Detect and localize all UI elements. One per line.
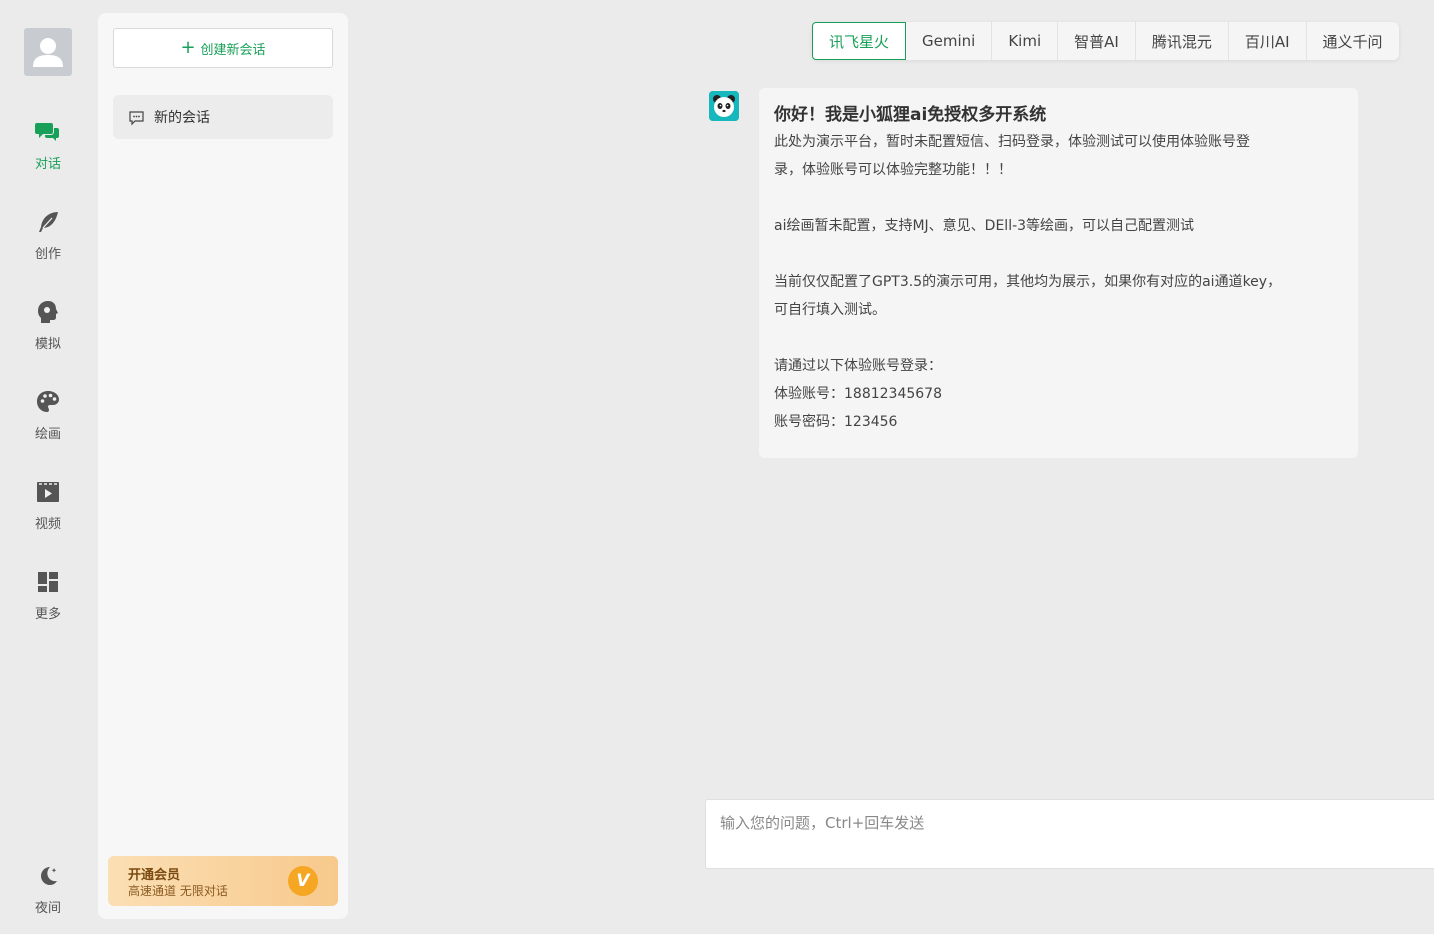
- nav-rail: 对话 创作 模拟 绘画 视频 更多 夜间: [0, 0, 96, 934]
- user-silhouette-icon: [33, 38, 63, 67]
- model-tab-baichuan[interactable]: 百川AI: [1229, 22, 1307, 60]
- nav-item-chat[interactable]: 对话: [18, 118, 78, 182]
- vip-subtitle: 高速通道 无限对话: [128, 884, 228, 898]
- session-sidebar: + 创建新会话 新的会话 开通会员 高速通道 无限对话 V: [98, 13, 348, 919]
- new-chat-label: 创建新会话: [200, 42, 266, 58]
- nav-label-create: 创作: [34, 247, 61, 262]
- vip-title: 开通会员: [128, 868, 181, 883]
- video-clapper-icon: [34, 478, 62, 506]
- model-tab-zhipu[interactable]: 智普AI: [1058, 22, 1136, 60]
- head-profile-icon: [34, 298, 62, 326]
- nav-label-simulate: 模拟: [34, 337, 61, 352]
- chat-bubbles-icon: [34, 118, 62, 146]
- message-line: ai绘画暂未配置，支持MJ、意见、DEll-3等绘画，可以自己配置测试: [774, 218, 1195, 234]
- night-mode-label: 夜间: [34, 901, 61, 916]
- plus-icon: +: [180, 37, 196, 58]
- nav-item-simulate[interactable]: 模拟: [18, 298, 78, 362]
- message-line: 此处为演示平台，暂时未配置短信、扫码登录，体验测试可以使用体验账号登: [774, 134, 1250, 150]
- message-line: 当前仅仅配置了GPT3.5的演示可用，其他均为展示，如果你有对应的ai通道key…: [774, 274, 1282, 290]
- nav-item-more[interactable]: 更多: [18, 568, 78, 632]
- moon-icon: [34, 862, 62, 890]
- nav-item-draw[interactable]: 绘画: [18, 388, 78, 452]
- dashboard-grid-icon: [34, 568, 62, 596]
- bot-message-bubble: 你好！我是小狐狸ai免授权多开系统 此处为演示平台，暂时未配置短信、扫码登录，体…: [759, 88, 1358, 458]
- model-tab-hunyuan[interactable]: 腾讯混元: [1136, 22, 1229, 60]
- message-line: 体验账号：18812345678: [774, 386, 942, 402]
- model-tab-xunfei[interactable]: 讯飞星火: [812, 22, 907, 60]
- feather-icon: [34, 208, 62, 236]
- model-tab-kimi[interactable]: Kimi: [992, 22, 1059, 60]
- message-line: 可自行填入测试。: [774, 302, 886, 318]
- user-avatar[interactable]: [24, 28, 72, 76]
- message-title: 你好！我是小狐狸ai免授权多开系统: [774, 105, 1047, 125]
- model-tab-tongyi[interactable]: 通义千问: [1307, 22, 1399, 60]
- model-tabs: 讯飞星火 Gemini Kimi 智普AI 腾讯混元 百川AI 通义千问: [812, 22, 1399, 60]
- nav-item-video[interactable]: 视频: [18, 478, 78, 542]
- message-line: 录，体验账号可以体验完整功能！！！: [774, 162, 1012, 178]
- chat-input-box: [705, 799, 1434, 869]
- chat-input[interactable]: [706, 800, 1434, 868]
- app-root: 对话 创作 模拟 绘画 视频 更多 夜间 + 创建新会话 新的会话 开通会员 高…: [0, 0, 1434, 934]
- nav-label-draw: 绘画: [34, 427, 61, 442]
- vip-upgrade-card[interactable]: 开通会员 高速通道 无限对话 V: [108, 856, 338, 906]
- session-title: 新的会话: [154, 110, 210, 126]
- nav-label-more: 更多: [34, 607, 61, 622]
- nav-item-create[interactable]: 创作: [18, 208, 78, 272]
- nav-label-video: 视频: [34, 517, 61, 532]
- model-tab-gemini[interactable]: Gemini: [906, 22, 993, 60]
- vip-badge-icon: V: [288, 866, 318, 896]
- session-item[interactable]: 新的会话: [113, 95, 333, 139]
- new-chat-button[interactable]: + 创建新会话: [113, 28, 333, 68]
- message-line: 账号密码：123456: [774, 414, 898, 430]
- panda-icon: [709, 91, 739, 121]
- message-line: 请通过以下体验账号登录：: [774, 358, 942, 374]
- palette-icon: [34, 388, 62, 416]
- bot-avatar: [709, 91, 739, 121]
- message-square-icon: [129, 110, 144, 125]
- night-mode-toggle[interactable]: 夜间: [18, 862, 78, 926]
- nav-label-chat: 对话: [34, 157, 61, 172]
